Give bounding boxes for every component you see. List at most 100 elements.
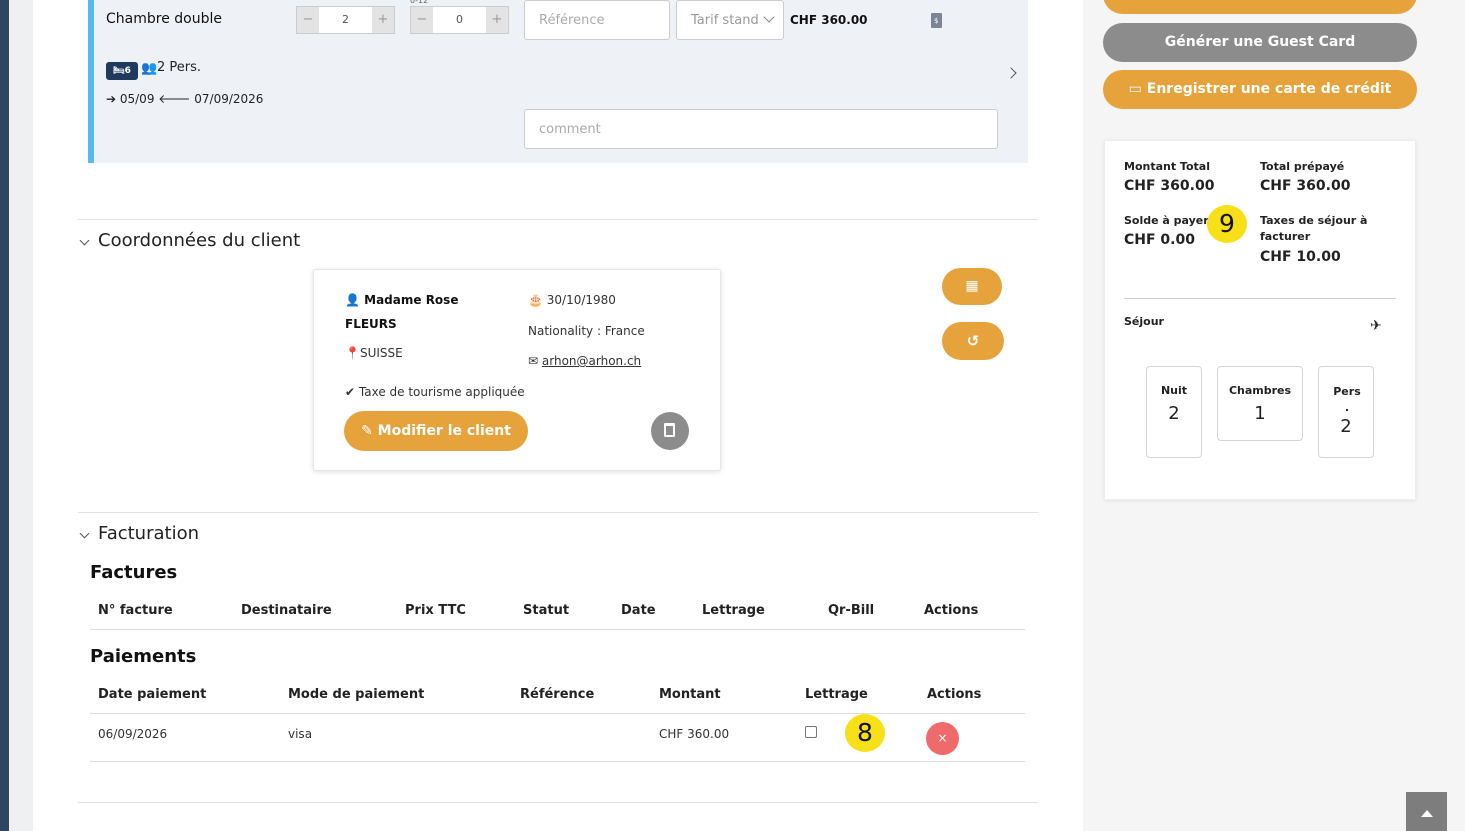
invoices-title: Factures [90, 562, 178, 583]
trash-icon [664, 423, 675, 437]
client-lastname: FLEURS [345, 317, 397, 331]
invoice-header: Actions [924, 603, 979, 618]
invoice-header: Lettrage [702, 603, 765, 618]
step-marker: 8 [845, 714, 885, 752]
room-name: Chambre double [106, 11, 222, 27]
stay-dates: ➔ 05/09 🡐 07/09/2026 [106, 92, 264, 106]
guest-card-button[interactable]: Générer une Guest Card [1103, 23, 1417, 62]
credit-card-icon: ▭ [1128, 81, 1142, 97]
rooms-label: Chambres [1228, 384, 1292, 397]
client-email[interactable]: ✉ arhon@arhon.ch [528, 354, 641, 368]
bed-icon: 🛏 [113, 66, 125, 76]
tarif-select[interactable]: Tarif stand [676, 0, 784, 40]
chevron-down-icon [763, 11, 775, 23]
adults-value[interactable]: 2 [319, 7, 372, 33]
history-button[interactable]: ↺ [942, 322, 1004, 360]
edit-client-button[interactable]: ✎ Modifier le client [344, 411, 528, 451]
tax-label: Taxes de séjour à facturer [1260, 214, 1368, 243]
client-birthdate: 🎂 30/10/1980 [528, 293, 616, 307]
nights-value: 2 [1168, 403, 1180, 424]
stay-label: Séjour [1124, 315, 1164, 328]
plus-button[interactable]: + [372, 7, 394, 33]
user-icon: 👤 [345, 293, 360, 307]
client-country: 📍SUISSE [345, 346, 403, 360]
tax-value: CHF 10.00 [1260, 249, 1341, 265]
check-circle-icon: ✔ [345, 385, 356, 399]
delete-payment-button[interactable]: × [926, 722, 959, 755]
persons-icon: 👥 [141, 61, 158, 76]
divider [1124, 298, 1396, 299]
payment-header: Montant [659, 687, 721, 702]
nights-label: Nuit [1160, 384, 1188, 397]
invoice-header: Date [621, 603, 656, 618]
nights-box: Nuit 2 [1146, 366, 1202, 458]
top-action-button[interactable] [1103, 0, 1417, 14]
client-name: 👤 Madame Rose [345, 293, 459, 307]
persons-box: Pers . 2 [1318, 366, 1374, 458]
plane-landing-icon: ✈ [1370, 318, 1382, 334]
divider [78, 512, 1038, 513]
left-gutter [9, 0, 33, 831]
balance-value: CHF 0.00 [1124, 232, 1195, 248]
invoice-header: Statut [523, 603, 570, 618]
tarif-value: Tarif stand [691, 12, 759, 28]
company-button[interactable]: ▦ [942, 268, 1002, 305]
balance-label: Solde à payer [1124, 214, 1209, 227]
lettrage-checkbox[interactable] [805, 726, 817, 738]
invoice-header: Qr-Bill [828, 603, 875, 618]
prepaid-value: CHF 360.00 [1260, 178, 1351, 194]
table-divider [90, 629, 1025, 630]
payments-title: Paiements [90, 646, 197, 667]
persons-label: Pers . [1333, 385, 1361, 414]
client-nationality: Nationality : France [528, 324, 645, 338]
rooms-box: Chambres 1 [1217, 366, 1303, 441]
invoice-header: N° facture [98, 603, 173, 618]
persons-value: 2 [1340, 416, 1352, 437]
divider [78, 219, 1038, 220]
children-age-label: 0-12 [410, 0, 429, 5]
left-rail [0, 0, 9, 831]
children-stepper[interactable]: − 0 + [410, 6, 509, 34]
minus-button[interactable]: − [411, 7, 433, 33]
payment-header: Lettrage [805, 687, 868, 702]
payment-date: 06/09/2026 [98, 727, 168, 741]
delete-client-button[interactable] [651, 412, 689, 450]
divider [78, 802, 1038, 803]
comment-input[interactable]: comment [524, 109, 998, 149]
payment-header: Actions [927, 687, 982, 702]
invoice-header: Destinataire [241, 603, 332, 618]
billing-section-title[interactable]: Facturation [98, 523, 199, 544]
prepaid-label: Total prépayé [1260, 160, 1345, 173]
scroll-to-top-button[interactable] [1406, 792, 1447, 831]
total-value: CHF 360.00 [1124, 178, 1215, 194]
client-section-title[interactable]: Coordonnées du client [98, 230, 300, 251]
payment-header: Date paiement [98, 687, 207, 702]
credit-card-button[interactable]: ▭ Enregistrer une carte de crédit [1103, 70, 1417, 109]
envelope-icon: ✉ [528, 354, 539, 368]
tourism-tax-note: ✔ Taxe de tourisme appliquée [345, 385, 525, 399]
table-divider [90, 761, 1025, 762]
payment-mode: visa [288, 727, 313, 741]
birthday-cake-icon: 🎂 [528, 293, 543, 307]
table-divider [90, 713, 1025, 714]
bed-badge: 🛏6 [106, 62, 138, 80]
edit-icon: ✎ [361, 423, 373, 439]
payment-header: Référence [520, 687, 595, 702]
step-marker: 9 [1207, 205, 1247, 243]
room-price: CHF 360.00 [790, 13, 868, 27]
adults-stepper[interactable]: − 2 + [296, 6, 395, 34]
invoice-icon[interactable] [931, 13, 942, 28]
plus-button[interactable]: + [486, 7, 508, 33]
children-value[interactable]: 0 [433, 7, 486, 33]
total-label: Montant Total [1124, 160, 1210, 173]
reference-input[interactable]: Référence [524, 0, 670, 40]
payment-amount: CHF 360.00 [659, 727, 730, 741]
history-icon: ↺ [966, 332, 980, 350]
building-icon: ▦ [965, 278, 979, 294]
persons-count: 2 Pers. [157, 60, 202, 75]
invoice-header: Prix TTC [405, 603, 466, 618]
map-pin-icon: 📍 [345, 346, 360, 360]
minus-button[interactable]: − [297, 7, 319, 33]
payment-header: Mode de paiement [288, 687, 425, 702]
rooms-value: 1 [1254, 403, 1266, 424]
